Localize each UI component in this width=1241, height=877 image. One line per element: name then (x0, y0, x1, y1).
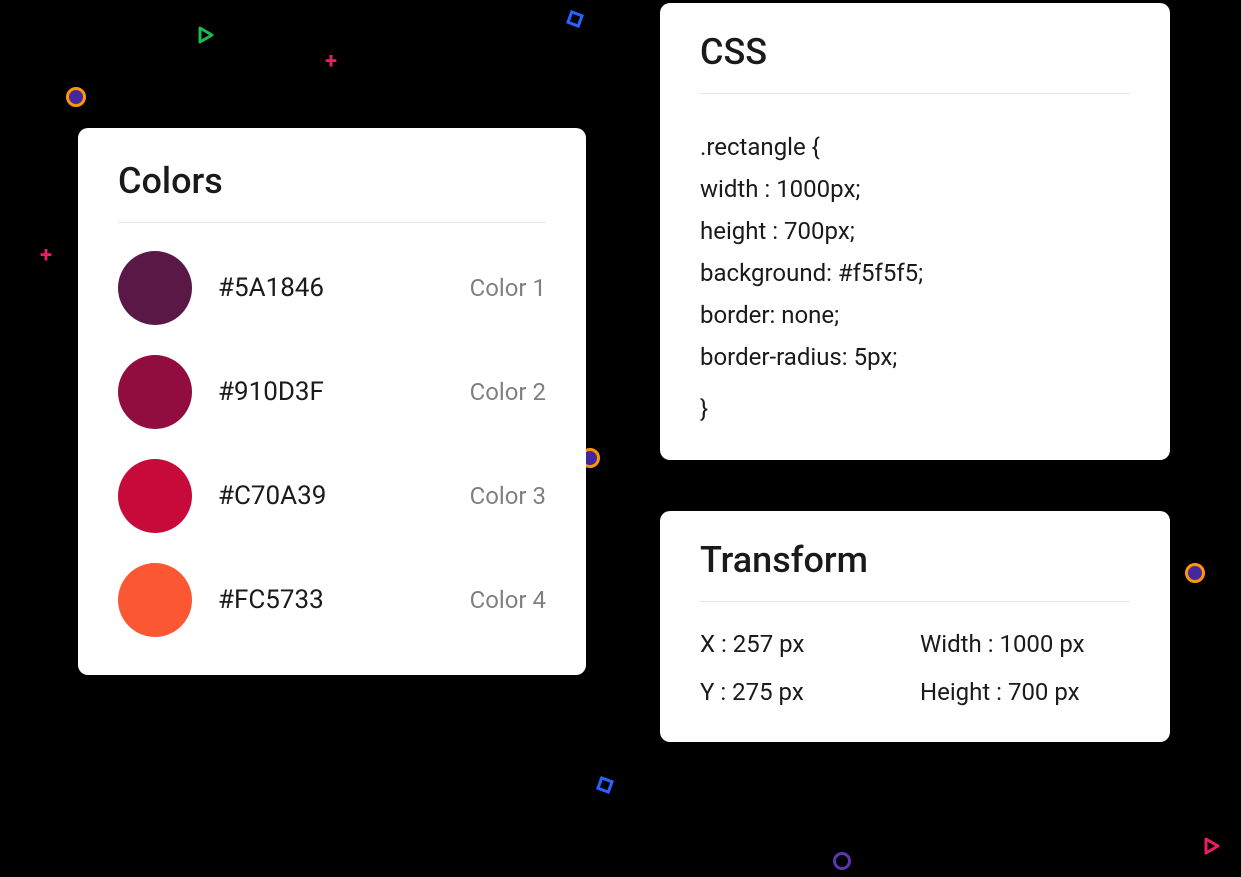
color-label: Color 4 (470, 586, 546, 614)
css-panel-title: CSS (700, 31, 1130, 73)
color-hex-value: #FC5733 (218, 585, 470, 615)
color-label: Color 3 (470, 482, 546, 510)
colors-panel-title: Colors (118, 160, 546, 202)
css-line: } (700, 388, 1130, 430)
transform-panel-title: Transform (700, 539, 1130, 581)
css-line: border: none; (700, 294, 1130, 336)
decoration-ring-icon (833, 852, 851, 870)
divider (700, 601, 1130, 602)
decoration-ring-icon (1185, 563, 1205, 583)
decoration-ring-icon (66, 87, 86, 107)
decoration-triangle-icon (197, 26, 215, 44)
css-line: height : 700px; (700, 210, 1130, 252)
decoration-triangle-icon (1203, 837, 1221, 855)
colors-panel: Colors #5A1846 Color 1 #910D3F Color 2 #… (78, 128, 586, 675)
css-line: background: #f5f5f5; (700, 252, 1130, 294)
divider (700, 93, 1130, 94)
css-panel: CSS .rectangle { width : 1000px; height … (660, 3, 1170, 460)
color-label: Color 2 (470, 378, 546, 406)
color-row: #910D3F Color 2 (118, 355, 546, 429)
decoration-plus-icon: + (40, 243, 52, 268)
css-line: border-radius: 5px; (700, 336, 1130, 378)
divider (118, 222, 546, 223)
decoration-plus-icon: + (325, 49, 337, 74)
color-hex-value: #910D3F (218, 377, 470, 407)
css-line: .rectangle { (700, 126, 1130, 168)
color-row: #C70A39 Color 3 (118, 459, 546, 533)
color-row: #5A1846 Color 1 (118, 251, 546, 325)
transform-grid: X : 257 px Width : 1000 px Y : 275 px He… (700, 630, 1130, 706)
color-swatch[interactable] (118, 251, 192, 325)
css-line: width : 1000px; (700, 168, 1130, 210)
decoration-square-icon (596, 776, 614, 794)
color-swatch[interactable] (118, 355, 192, 429)
color-swatch[interactable] (118, 563, 192, 637)
color-row: #FC5733 Color 4 (118, 563, 546, 637)
transform-panel: Transform X : 257 px Width : 1000 px Y :… (660, 511, 1170, 742)
color-swatch[interactable] (118, 459, 192, 533)
transform-x-value: X : 257 px (700, 630, 910, 658)
transform-width-value: Width : 1000 px (920, 630, 1130, 658)
decoration-square-icon (566, 10, 584, 28)
css-code-block: .rectangle { width : 1000px; height : 70… (700, 122, 1130, 430)
transform-y-value: Y : 275 px (700, 678, 910, 706)
transform-height-value: Height : 700 px (920, 678, 1130, 706)
color-hex-value: #5A1846 (218, 273, 470, 303)
color-label: Color 1 (470, 274, 546, 302)
color-hex-value: #C70A39 (218, 481, 470, 511)
